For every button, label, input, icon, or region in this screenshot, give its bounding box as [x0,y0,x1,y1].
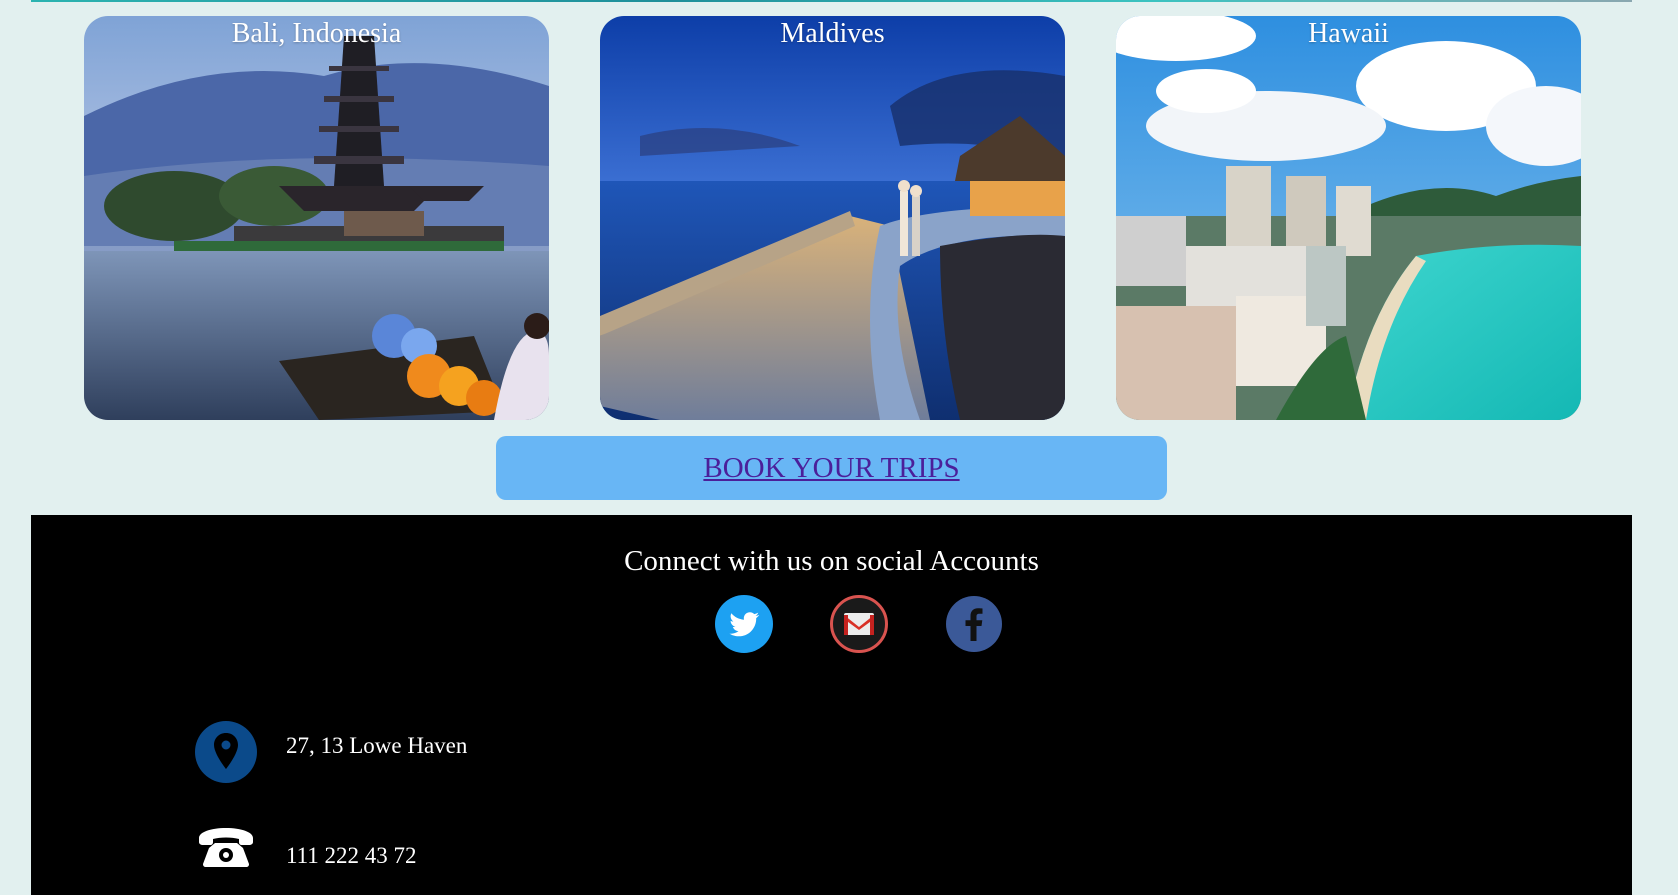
card-title: Bali, Indonesia [231,18,402,49]
facebook-icon[interactable] [945,595,1003,653]
destination-card-bali[interactable]: Bali, Indonesia [84,16,549,420]
hawaii-photo [1116,16,1581,420]
phone-number-text: 111 222 43 72 [286,843,417,868]
telephone-icon [199,828,253,867]
destination-card-maldives[interactable]: Maldives [600,16,1065,420]
address-text: 27, 13 Lowe Haven [286,733,468,758]
top-divider [31,0,1632,2]
twitter-icon[interactable] [715,595,773,653]
card-title: Hawaii [1308,18,1389,49]
destination-card-hawaii[interactable]: Hawaii [1116,16,1581,420]
book-trips-link[interactable]: BOOK YOUR TRIPS [703,452,959,485]
card-title: Maldives [780,18,885,49]
book-trips-button[interactable]: BOOK YOUR TRIPS [496,436,1167,500]
footer: Connect with us on social Accounts 27, 1… [31,515,1632,895]
bali-photo [84,16,549,420]
location-pin-icon [195,721,257,783]
footer-title: Connect with us on social Accounts [624,545,1039,577]
destination-gallery: Bali, Indonesia Maldives Hawaii [0,16,1678,420]
maldives-photo [600,16,1065,420]
gmail-icon[interactable] [830,595,888,653]
